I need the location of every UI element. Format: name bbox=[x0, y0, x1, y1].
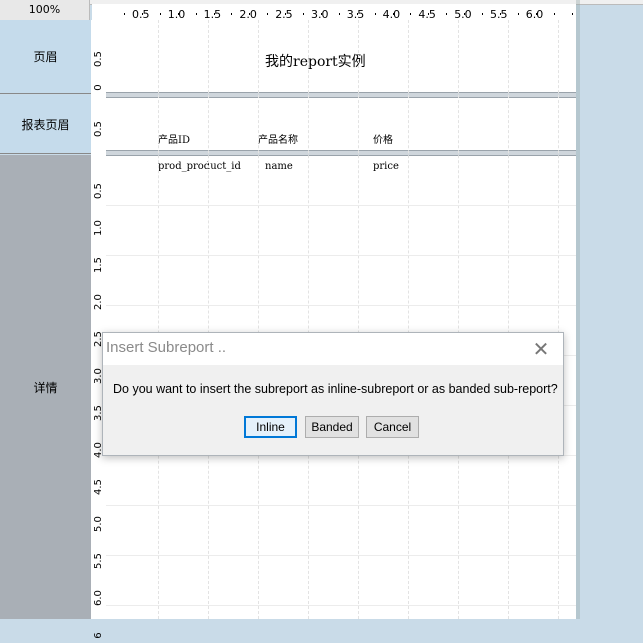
report-title[interactable]: 我的report实例 bbox=[265, 51, 366, 71]
ruler-dot bbox=[535, 13, 537, 15]
ruler-dot bbox=[571, 13, 573, 15]
ruler-tick-label: 6 bbox=[93, 632, 104, 639]
ruler-dot bbox=[392, 13, 394, 15]
column-header-name[interactable]: 产品名称 bbox=[258, 131, 298, 146]
horizontal-ruler: 0.5 1.0 1.5 2.0 2.5 3.0 3.5 4.0 4.5 5.0 5.5 6.0 bbox=[92, 4, 576, 21]
ruler-tick-label: 0.5 bbox=[93, 51, 104, 67]
grid-line bbox=[106, 555, 576, 556]
section-label-header[interactable]: 页眉 bbox=[0, 20, 91, 94]
ruler-dot bbox=[553, 13, 555, 15]
ruler-dot bbox=[267, 13, 269, 15]
ruler-dot bbox=[213, 13, 215, 15]
ruler-tick-label: 4.5 bbox=[93, 479, 104, 495]
dialog-titlebar[interactable]: Insert Subreport .. ✕ bbox=[103, 333, 563, 365]
field-product-id[interactable]: prod_product_id bbox=[158, 161, 241, 172]
ruler-tick-label: 5.5 bbox=[93, 553, 104, 569]
grid-line bbox=[106, 505, 576, 506]
ruler-dot bbox=[177, 13, 179, 15]
ruler-tick-label: 0.5 bbox=[93, 121, 104, 137]
section-report-header-text: 报表页眉 bbox=[21, 117, 70, 132]
ruler-tick-label: 0.5 bbox=[93, 183, 104, 199]
ruler-dot bbox=[249, 13, 251, 15]
ruler-dot bbox=[482, 13, 483, 15]
field-price[interactable]: price bbox=[373, 161, 399, 172]
report-canvas[interactable]: 我的report实例 产品ID 产品名称 价格 prod_product_id … bbox=[106, 20, 576, 619]
ruler-dot bbox=[124, 13, 125, 15]
section-label-detail[interactable]: 详情 bbox=[0, 155, 91, 619]
dialog-message: Do you want to insert the subreport as i… bbox=[113, 382, 558, 396]
ruler-dot bbox=[320, 13, 322, 15]
column-header-price[interactable]: 价格 bbox=[373, 131, 393, 146]
band-separator-report-header[interactable] bbox=[106, 150, 576, 156]
ruler-dot bbox=[285, 13, 287, 15]
ruler-dot bbox=[141, 13, 143, 15]
ruler-dot bbox=[303, 13, 304, 15]
dialog-title: Insert Subreport .. bbox=[106, 339, 227, 356]
ruler-tick-label: 6.0 bbox=[93, 590, 104, 606]
column-header-id[interactable]: 产品ID bbox=[158, 131, 190, 146]
ruler-dot bbox=[517, 13, 519, 15]
insert-subreport-dialog: Insert Subreport .. ✕ Do you want to ins… bbox=[102, 332, 564, 456]
ruler-dot bbox=[428, 13, 430, 15]
grid-line bbox=[106, 605, 576, 606]
banded-button[interactable]: Banded bbox=[305, 416, 359, 438]
ruler-dot bbox=[338, 13, 340, 15]
ruler-tick-label: 0 bbox=[93, 84, 104, 91]
vertical-ruler: 0.5 0 0.5 0.5 1.0 1.5 2.0 2.5 3.0 3.5 4.0 4.5 5.0 5.5… bbox=[91, 20, 107, 639]
section-detail-text: 详情 bbox=[33, 380, 58, 395]
grid-line bbox=[408, 20, 409, 619]
field-name[interactable]: name bbox=[265, 161, 293, 172]
ruler-tick-label: 2.0 bbox=[93, 294, 104, 310]
band-separator-header[interactable] bbox=[106, 92, 576, 98]
grid-line bbox=[208, 20, 209, 619]
grid-line bbox=[106, 205, 576, 206]
ruler-tick-label: 5.0 bbox=[93, 516, 104, 532]
ruler-dot bbox=[410, 13, 412, 15]
cancel-button[interactable]: Cancel bbox=[366, 416, 419, 438]
grid-line bbox=[308, 20, 309, 619]
grid-line bbox=[458, 20, 459, 619]
section-label-report-header[interactable]: 报表页眉 bbox=[0, 95, 91, 154]
grid-line bbox=[358, 20, 359, 619]
zoom-level[interactable]: 100% bbox=[0, 0, 90, 20]
grid-line bbox=[158, 20, 159, 619]
ruler-dot bbox=[446, 13, 448, 15]
ruler-dot bbox=[195, 13, 197, 15]
ruler-tick-label: 1.5 bbox=[93, 257, 104, 273]
section-header-text: 页眉 bbox=[33, 50, 58, 64]
grid-line bbox=[558, 20, 559, 619]
ruler-dot bbox=[374, 13, 376, 15]
grid-line bbox=[508, 20, 509, 619]
canvas-shadow bbox=[576, 0, 580, 619]
ruler-tick-label: 1.0 bbox=[93, 220, 104, 236]
ruler-dot bbox=[159, 13, 161, 15]
grid-line bbox=[106, 305, 576, 306]
ruler-dot bbox=[464, 13, 466, 15]
close-icon[interactable]: ✕ bbox=[531, 337, 551, 361]
grid-line bbox=[258, 20, 259, 619]
grid-line bbox=[106, 255, 576, 256]
ruler-dot bbox=[499, 13, 501, 15]
inline-button[interactable]: Inline bbox=[244, 416, 297, 438]
ruler-dot bbox=[356, 13, 358, 15]
ruler-dot bbox=[231, 13, 233, 15]
